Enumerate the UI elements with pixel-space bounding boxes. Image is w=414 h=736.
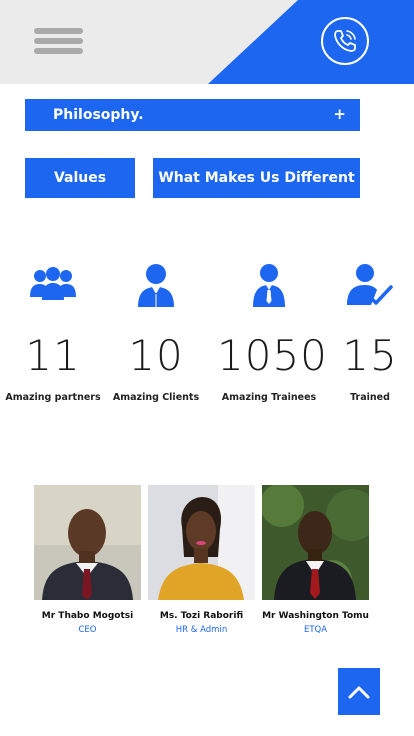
user-check-icon	[318, 262, 414, 308]
member-name: Mr Washington Tomu	[262, 611, 369, 621]
stat-caption: Amazing partners	[5, 392, 101, 403]
member-name: Ms. Tozi Raborifi	[159, 611, 244, 621]
stat-value: 1050	[217, 331, 328, 380]
chevron-up-icon	[348, 686, 370, 698]
member-photo	[34, 485, 141, 600]
stat-trainees: 1050 Amazing Trainees	[217, 262, 328, 403]
member-name: Mr Thabo Mogotsi	[41, 611, 134, 621]
team-member-card[interactable]: Mr Washington Tomu ETQA	[262, 485, 369, 635]
accordion-label: Philosophy.	[53, 107, 144, 123]
user-tie-icon	[217, 262, 321, 308]
stat-value: 15	[342, 331, 398, 380]
philosophy-accordion[interactable]: Philosophy. +	[25, 99, 360, 131]
member-role: ETQA	[303, 625, 328, 635]
team-member-card[interactable]: Ms. Tozi Raborifi HR & Admin	[148, 485, 255, 635]
user-suit-icon	[104, 262, 208, 308]
stat-caption: Amazing Clients	[112, 392, 200, 403]
stat-value: 10	[128, 331, 184, 380]
site-header	[0, 0, 414, 84]
stat-clients: 10 Amazing Clients	[104, 262, 208, 403]
stat-trained: 15 Trained	[318, 262, 414, 403]
hamburger-menu-icon[interactable]	[34, 28, 84, 55]
tab-what-makes-us-different[interactable]: What Makes Us Different	[153, 158, 360, 198]
member-role: HR & Admin	[175, 625, 228, 635]
group-icon	[1, 262, 105, 308]
stat-value: 11	[25, 331, 81, 380]
back-to-top-button[interactable]	[338, 668, 380, 715]
member-role: CEO	[78, 625, 97, 635]
phone-call-icon[interactable]	[321, 17, 369, 65]
member-photo	[148, 485, 255, 600]
stat-caption: Trained	[350, 392, 390, 403]
tab-values[interactable]: Values	[25, 158, 135, 198]
member-photo	[262, 485, 369, 600]
stat-partners: 11 Amazing partners	[1, 262, 105, 403]
team-member-card[interactable]: Mr Thabo Mogotsi CEO	[34, 485, 141, 635]
stat-caption: Amazing Trainees	[221, 392, 317, 403]
plus-icon[interactable]: +	[333, 105, 346, 123]
